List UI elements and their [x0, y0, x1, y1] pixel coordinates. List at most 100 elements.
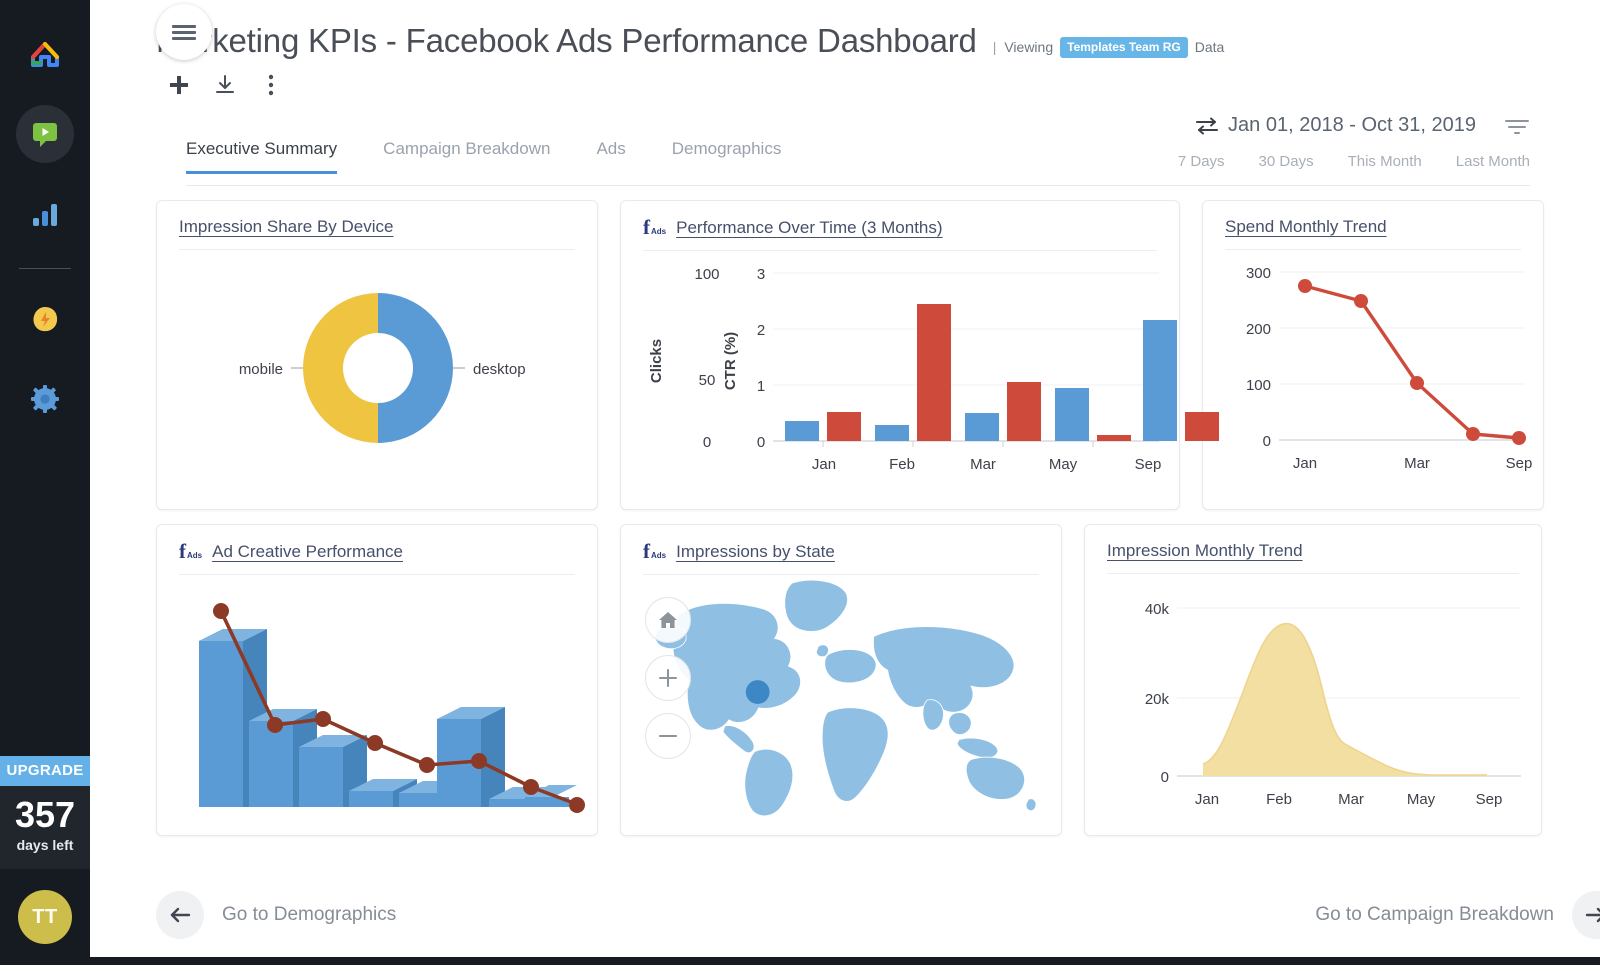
- xtick-may: May: [1407, 791, 1436, 808]
- tab-demographics[interactable]: Demographics: [672, 139, 782, 174]
- tab-campaign-breakdown[interactable]: Campaign Breakdown: [383, 139, 550, 174]
- ctr-tick-0: 0: [757, 434, 765, 451]
- tab-ads[interactable]: Ads: [596, 139, 625, 174]
- sidebar-item-integrations[interactable]: [16, 290, 74, 348]
- preset-last-month[interactable]: Last Month: [1456, 153, 1530, 170]
- xtick-sep: Sep: [1476, 791, 1503, 808]
- spend-markers: [1298, 279, 1526, 445]
- card-impressions-by-state: f Ads Impressions by State: [620, 524, 1062, 836]
- impression-area-chart: 40k 20k 0 Jan Feb Mar May Sep: [1107, 574, 1521, 808]
- card-ad-creative-performance: f Ads Ad Creative Performance: [156, 524, 598, 836]
- ctr-tick-2: 2: [757, 322, 765, 339]
- impr-tick-40k: 40k: [1145, 601, 1170, 618]
- xtick-mar: Mar: [970, 456, 996, 473]
- kebab-menu-icon: [268, 74, 274, 96]
- xtick-may: May: [1049, 456, 1078, 473]
- map-zoom-out-button[interactable]: [645, 713, 691, 759]
- integrations-icon: [33, 307, 58, 332]
- date-range-picker[interactable]: Jan 01, 2018 - Oct 31, 2019: [1195, 114, 1476, 137]
- download-button[interactable]: [212, 72, 238, 98]
- facebook-ads-icon: f Ads: [643, 215, 667, 239]
- map-controls: [645, 597, 691, 759]
- preset-this-month[interactable]: This Month: [1348, 153, 1422, 170]
- sidebar-item-reports[interactable]: [16, 185, 74, 243]
- xtick-jan: Jan: [812, 456, 836, 473]
- xtick-mar: Mar: [1404, 455, 1430, 472]
- card-title[interactable]: Impression Share By Device: [179, 217, 393, 237]
- prev-page-nav[interactable]: Go to Demographics: [156, 891, 396, 939]
- viewing-label: Viewing: [1004, 39, 1054, 55]
- next-page-nav[interactable]: Go to Campaign Breakdown: [1315, 891, 1600, 939]
- team-badge[interactable]: Templates Team RG: [1060, 36, 1188, 58]
- card-impression-monthly-trend: Impression Monthly Trend 40k 20k 0 Jan F…: [1084, 524, 1542, 836]
- world-map[interactable]: [643, 575, 1039, 817]
- card-title[interactable]: Performance Over Time (3 Months): [676, 218, 942, 238]
- ctr-tick-1: 1: [757, 378, 765, 395]
- dashboard-app: UPGRADE 357 days left TT Marketing KPIs …: [0, 0, 1600, 965]
- next-page-label[interactable]: Go to Campaign Breakdown: [1315, 904, 1554, 926]
- arrow-left-icon: [170, 907, 191, 923]
- sidebar-item-dashboards[interactable]: [16, 105, 74, 163]
- spend-tick-300: 300: [1246, 265, 1271, 282]
- impr-tick-20k: 20k: [1145, 691, 1170, 708]
- settings-icon[interactable]: [16, 370, 74, 428]
- home-icon[interactable]: [16, 25, 74, 83]
- ad-creative-combo-chart: [179, 575, 585, 813]
- bar-chart-icon: [33, 204, 57, 226]
- hamburger-menu-button[interactable]: [156, 4, 212, 60]
- left-sidebar: UPGRADE 357 days left TT: [0, 0, 90, 965]
- upgrade-button[interactable]: UPGRADE: [0, 756, 90, 787]
- card-title[interactable]: Impression Monthly Trend: [1107, 541, 1303, 561]
- tab-executive-summary[interactable]: Executive Summary: [186, 139, 338, 174]
- impr-tick-0: 0: [1161, 769, 1169, 786]
- map-zoom-in-button[interactable]: [645, 655, 691, 701]
- world-map-svg: [654, 579, 1037, 817]
- donut-label-mobile: mobile: [239, 361, 283, 378]
- filter-icon: [1505, 120, 1529, 134]
- preset-30-days[interactable]: 30 Days: [1259, 153, 1314, 170]
- bar-ctr-feb: [875, 425, 909, 441]
- plus-icon: [659, 669, 677, 687]
- add-widget-button[interactable]: [166, 72, 192, 98]
- sidebar-footer: UPGRADE 357 days left TT: [0, 756, 90, 965]
- trial-days-count: 357: [14, 794, 76, 836]
- header: Marketing KPIs - Facebook Ads Performanc…: [156, 22, 1560, 60]
- bar-ctr-sep: [1143, 320, 1177, 441]
- prev-page-label[interactable]: Go to Demographics: [222, 904, 396, 926]
- bar-ctr-jan: [785, 421, 819, 441]
- date-preset-group: 7 Days 30 Days This Month Last Month: [1178, 153, 1530, 170]
- bar-clicks-sep: [1185, 412, 1219, 441]
- preset-7-days[interactable]: 7 Days: [1178, 153, 1225, 170]
- bar-clicks-mar: [1007, 382, 1041, 441]
- spend-tick-100: 100: [1246, 377, 1271, 394]
- map-home-button[interactable]: [645, 597, 691, 643]
- sidebar-divider: [19, 268, 71, 269]
- card-title[interactable]: Impressions by State: [676, 542, 835, 562]
- donut-label-desktop: desktop: [473, 361, 526, 378]
- arrow-right-icon: [1585, 907, 1600, 923]
- viewing-context: | Viewing Templates Team RG Data: [993, 36, 1224, 58]
- facebook-ads-icon: f Ads: [179, 539, 203, 563]
- filter-button[interactable]: [1504, 116, 1530, 138]
- prev-page-button[interactable]: [156, 891, 204, 939]
- avatar[interactable]: TT: [18, 890, 72, 944]
- card-title[interactable]: Spend Monthly Trend: [1225, 217, 1387, 237]
- card-title[interactable]: Ad Creative Performance: [212, 542, 403, 562]
- clicks-axis-label: Clicks: [648, 339, 665, 383]
- bottom-navigation: Go to Demographics Go to Campaign Breakd…: [156, 887, 1600, 943]
- impression-area: [1203, 623, 1487, 776]
- more-options-button[interactable]: [258, 72, 284, 98]
- donut-chart: mobile desktop: [179, 250, 575, 482]
- xtick-sep: Sep: [1135, 456, 1162, 473]
- xtick-jan: Jan: [1195, 791, 1219, 808]
- swap-arrows-icon: [1196, 117, 1219, 134]
- ctr-tick-3: 3: [757, 266, 765, 283]
- map-marker-united-states: [745, 680, 770, 704]
- next-page-button[interactable]: [1572, 891, 1600, 939]
- facebook-ads-icon: f Ads: [643, 539, 667, 563]
- xtick-feb: Feb: [889, 456, 915, 473]
- clicks-tick-0: 0: [703, 434, 711, 451]
- spend-line-chart: 300 200 100 0 Jan Mar Sep: [1225, 250, 1532, 482]
- widget-row-2: f Ads Ad Creative Performance f Ads Impr…: [156, 524, 1560, 836]
- spend-tick-200: 200: [1246, 321, 1271, 338]
